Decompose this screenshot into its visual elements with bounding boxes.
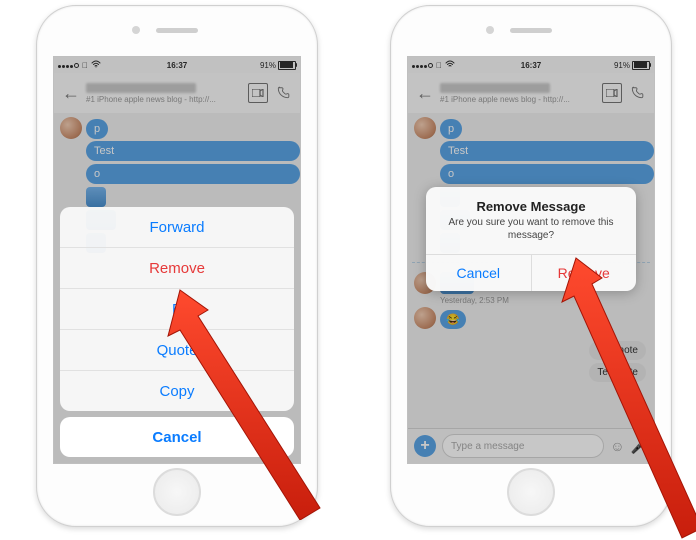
action-sheet: Forward Remove E Quote Copy Cancel <box>60 207 294 457</box>
earpiece <box>156 28 198 33</box>
alert-remove-button[interactable]: Remove <box>532 255 637 291</box>
screen-right:  16:37 91% ← #1 iPhone apple news blog … <box>407 56 655 464</box>
home-button[interactable] <box>153 468 201 516</box>
phone-frame-right:  16:37 91% ← #1 iPhone apple news blog … <box>390 5 672 527</box>
alert-message: Are you sure you want to remove this mes… <box>440 216 622 242</box>
alert-cancel-button[interactable]: Cancel <box>426 255 532 291</box>
action-quote[interactable]: Quote <box>60 329 294 370</box>
earpiece <box>510 28 552 33</box>
remove-message-alert: Remove Message Are you sure you want to … <box>426 187 636 291</box>
phone-frame-left:  16:37 91% ← #1 iPhone apple news blog … <box>36 5 318 527</box>
front-camera <box>132 26 140 34</box>
action-cancel[interactable]: Cancel <box>60 417 294 457</box>
screen-left:  16:37 91% ← #1 iPhone apple news blog … <box>53 56 301 464</box>
action-copy[interactable]: Copy <box>60 370 294 411</box>
alert-buttons: Cancel Remove <box>426 254 636 291</box>
home-button[interactable] <box>507 468 555 516</box>
action-remove[interactable]: Remove <box>60 247 294 288</box>
front-camera <box>486 26 494 34</box>
action-forward[interactable]: Forward <box>60 207 294 247</box>
action-sheet-group: Forward Remove E Quote Copy <box>60 207 294 411</box>
alert-title: Remove Message <box>436 199 626 214</box>
action-edit-partial[interactable]: E <box>60 288 294 329</box>
